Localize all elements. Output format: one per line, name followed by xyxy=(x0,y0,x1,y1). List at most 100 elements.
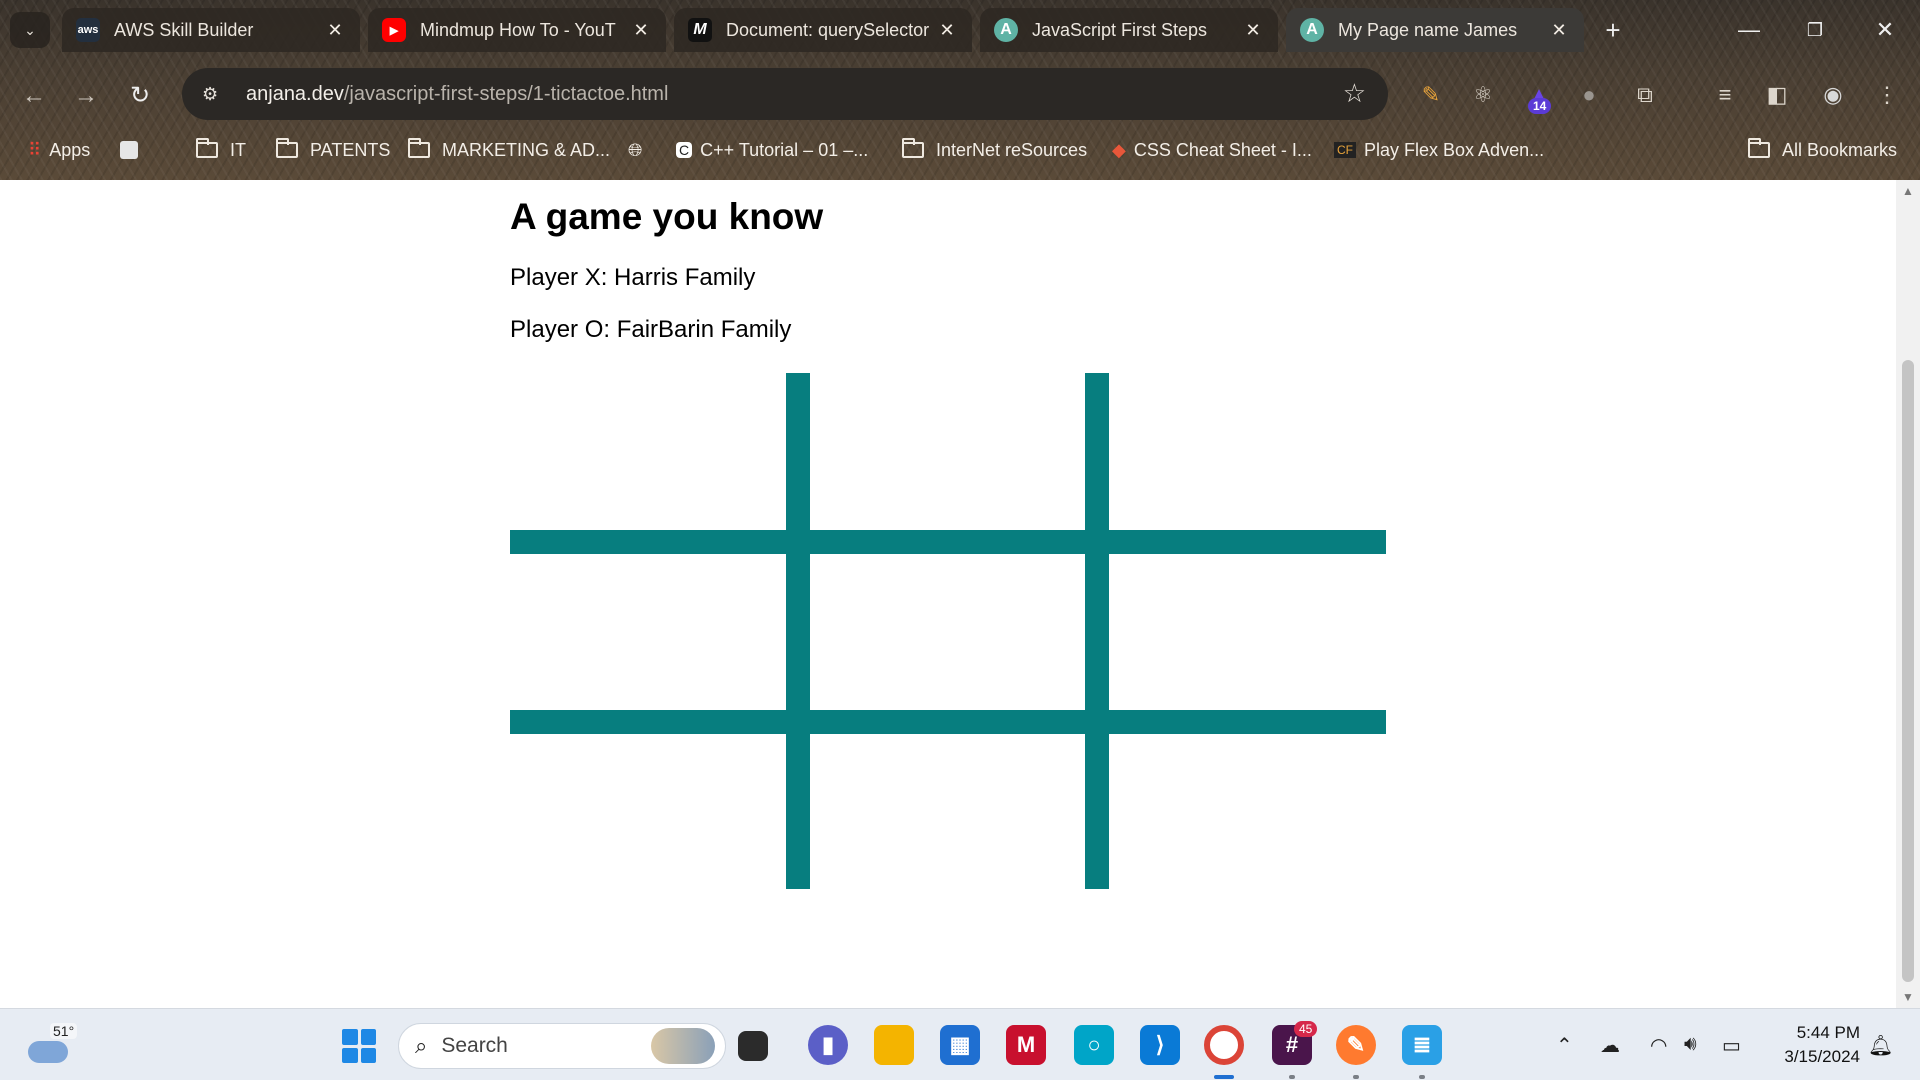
reload-icon[interactable]: ↻ xyxy=(122,78,158,114)
react-devtools-icon[interactable]: ⚛ xyxy=(1466,78,1500,112)
bookmark-globe[interactable]: 🌐︎ xyxy=(628,136,650,164)
microsoft-store-icon[interactable]: ▦ xyxy=(940,1025,980,1065)
address-bar[interactable]: ⚙ anjana.dev/javascript-first-steps/1-ti… xyxy=(182,68,1388,120)
bookmarks-bar: ⠿ Apps IT PATENTS MARKETING & AD... 🌐︎ C… xyxy=(0,130,1920,170)
bookmark-folder-patents[interactable]: PATENTS xyxy=(276,136,390,164)
css-site-icon: ◆ xyxy=(1112,139,1126,160)
close-tab-icon[interactable]: ✕ xyxy=(936,20,958,41)
chrome-icon[interactable] xyxy=(1204,1025,1244,1065)
tictactoe-board[interactable] xyxy=(510,373,1386,889)
mcafee-icon[interactable]: M xyxy=(1006,1025,1046,1065)
extension-pin-icon[interactable]: ● xyxy=(1572,78,1606,112)
running-app-indicator xyxy=(1289,1075,1295,1079)
tab-title: Mindmup How To - YouT xyxy=(420,19,616,40)
scroll-up-icon[interactable]: ▲ xyxy=(1896,180,1920,202)
weather-widget[interactable]: 51° xyxy=(28,1023,80,1069)
url-domain: anjana.dev xyxy=(246,82,344,105)
bookmark-folder-marketing[interactable]: MARKETING & AD... xyxy=(408,136,610,164)
new-tab-button[interactable]: + xyxy=(1596,14,1630,48)
search-placeholder: Search xyxy=(441,1034,508,1057)
bookmark-label: CSS Cheat Sheet - I... xyxy=(1133,139,1312,160)
flexbox-site-icon: CF xyxy=(1334,142,1356,158)
bookmark-square[interactable] xyxy=(120,136,138,164)
vscode-icon[interactable]: ⟩ xyxy=(1140,1025,1180,1065)
file-explorer-icon[interactable] xyxy=(874,1025,914,1065)
show-hidden-icons-icon[interactable]: ⌃ xyxy=(1556,1033,1573,1058)
close-tab-icon[interactable]: ✕ xyxy=(1242,20,1264,41)
forward-icon[interactable]: → xyxy=(68,78,104,114)
close-tab-icon[interactable]: ✕ xyxy=(324,20,346,41)
windows-logo-tile xyxy=(342,1029,358,1045)
media-control-icon[interactable]: ≡ xyxy=(1708,78,1742,112)
tab-title: JavaScript First Steps xyxy=(1032,19,1208,40)
notification-bell-icon[interactable]: 🔔︎ xyxy=(1868,1033,1893,1058)
globe-icon: 🌐︎ xyxy=(628,139,643,160)
restore-icon[interactable]: ❐ xyxy=(1790,10,1840,50)
windows-logo-tile xyxy=(360,1029,376,1045)
onedrive-cloud-icon[interactable]: ☁ xyxy=(1600,1033,1620,1058)
close-tab-icon[interactable]: ✕ xyxy=(630,20,652,41)
back-icon[interactable]: ← xyxy=(16,78,52,114)
board-horizontal-line xyxy=(510,710,1386,734)
player-x-label: Player X: Harris Family xyxy=(510,264,756,291)
volume-icon[interactable]: 🔊︎ xyxy=(1684,1033,1697,1056)
browser-toolbar: ← → ↻ ⚙ anjana.dev/javascript-first-step… xyxy=(0,64,1920,126)
alexa-icon[interactable]: ○ xyxy=(1074,1025,1114,1065)
bookmark-apps[interactable]: ⠿ Apps xyxy=(28,136,90,164)
scrollbar-thumb[interactable] xyxy=(1902,360,1914,982)
profile-avatar[interactable]: ◉ xyxy=(1816,78,1850,112)
site-info-icon[interactable]: ⚙ xyxy=(202,84,232,105)
weather-temperature: 51° xyxy=(50,1023,78,1039)
tab-title: My Page name James xyxy=(1338,19,1518,40)
bookmark-star-icon[interactable]: ☆ xyxy=(1343,78,1366,109)
notepad-icon[interactable]: ≣ xyxy=(1402,1025,1442,1065)
teams-chat-icon[interactable]: ▮ xyxy=(808,1025,848,1065)
tab-document-queryselector[interactable]: M Document: querySelector ✕ xyxy=(674,8,972,52)
folder-icon xyxy=(408,138,430,158)
search-icon: ⌕ xyxy=(415,1033,428,1058)
close-tab-icon[interactable]: ✕ xyxy=(1548,20,1570,41)
folder-icon xyxy=(196,138,218,158)
colorzilla-icon[interactable]: ✎ xyxy=(1414,78,1448,112)
extensions-puzzle-icon[interactable]: ⧉ xyxy=(1628,78,1662,112)
page-content: A game you know Player X: Harris Family … xyxy=(510,180,1390,889)
task-view-icon[interactable] xyxy=(738,1031,768,1061)
pen-app-icon[interactable]: ✎ xyxy=(1336,1025,1376,1065)
tab-aws-skill-builder[interactable]: aws AWS Skill Builder ✕ xyxy=(62,8,360,52)
scroll-down-icon[interactable]: ▼ xyxy=(1896,986,1920,1008)
battery-icon[interactable]: ▭ xyxy=(1722,1033,1741,1058)
url-path: /javascript-first-steps/1-tictactoe.html xyxy=(343,82,669,105)
running-app-indicator xyxy=(1353,1075,1359,1079)
tab-search-button[interactable]: ⌄ xyxy=(10,12,50,48)
windows-logo-tile xyxy=(360,1047,376,1063)
bookmark-cpp-tutorial[interactable]: C C++ Tutorial – 01 –... xyxy=(676,136,868,164)
bookmark-flexbox-adventure[interactable]: CF Play Flex Box Adven... xyxy=(1334,136,1544,164)
url-text[interactable]: anjana.dev/javascript-first-steps/1-tict… xyxy=(246,83,668,106)
close-window-icon[interactable]: ✕ xyxy=(1860,10,1910,50)
bookmark-label: All Bookmarks xyxy=(1782,139,1898,160)
wifi-icon[interactable]: ◠ xyxy=(1650,1033,1667,1058)
taskbar-clock[interactable]: 5:44 PM 3/15/2024 xyxy=(1764,1021,1860,1069)
taskbar-search[interactable]: ⌕ Search xyxy=(398,1023,726,1069)
tab-my-page-name-james[interactable]: A My Page name James ✕ xyxy=(1286,8,1584,52)
bookmark-label: C++ Tutorial – 01 –... xyxy=(700,139,869,160)
bookmark-css-cheat-sheet[interactable]: ◆ CSS Cheat Sheet - I... xyxy=(1112,136,1312,164)
page-heading: A game you know xyxy=(510,196,824,237)
vertical-scrollbar[interactable]: ▲ ▼ xyxy=(1896,180,1920,1008)
tab-title: Document: querySelector xyxy=(726,19,930,40)
tab-mindmup[interactable]: ▶ Mindmup How To - YouT ✕ xyxy=(368,8,666,52)
side-panel-icon[interactable]: ◧ xyxy=(1760,78,1794,112)
slack-notification-badge: 45 xyxy=(1294,1021,1318,1037)
cpp-site-icon: C xyxy=(676,142,693,158)
bookmark-all-bookmarks[interactable]: All Bookmarks xyxy=(1748,136,1897,164)
youtube-icon: ▶ xyxy=(382,18,406,42)
bookmark-label: PATENTS xyxy=(310,139,391,160)
minimize-icon[interactable]: — xyxy=(1724,10,1774,50)
apps-grid-icon: ⠿ xyxy=(28,139,42,160)
tab-javascript-first-steps[interactable]: A JavaScript First Steps ✕ xyxy=(980,8,1278,52)
folder-icon xyxy=(1748,138,1770,158)
start-button[interactable] xyxy=(342,1029,376,1063)
bookmark-folder-it[interactable]: IT xyxy=(196,136,246,164)
bookmark-folder-internet-resources[interactable]: InterNet reSources xyxy=(902,136,1087,164)
menu-kebab-icon[interactable]: ⋮ xyxy=(1870,78,1904,112)
